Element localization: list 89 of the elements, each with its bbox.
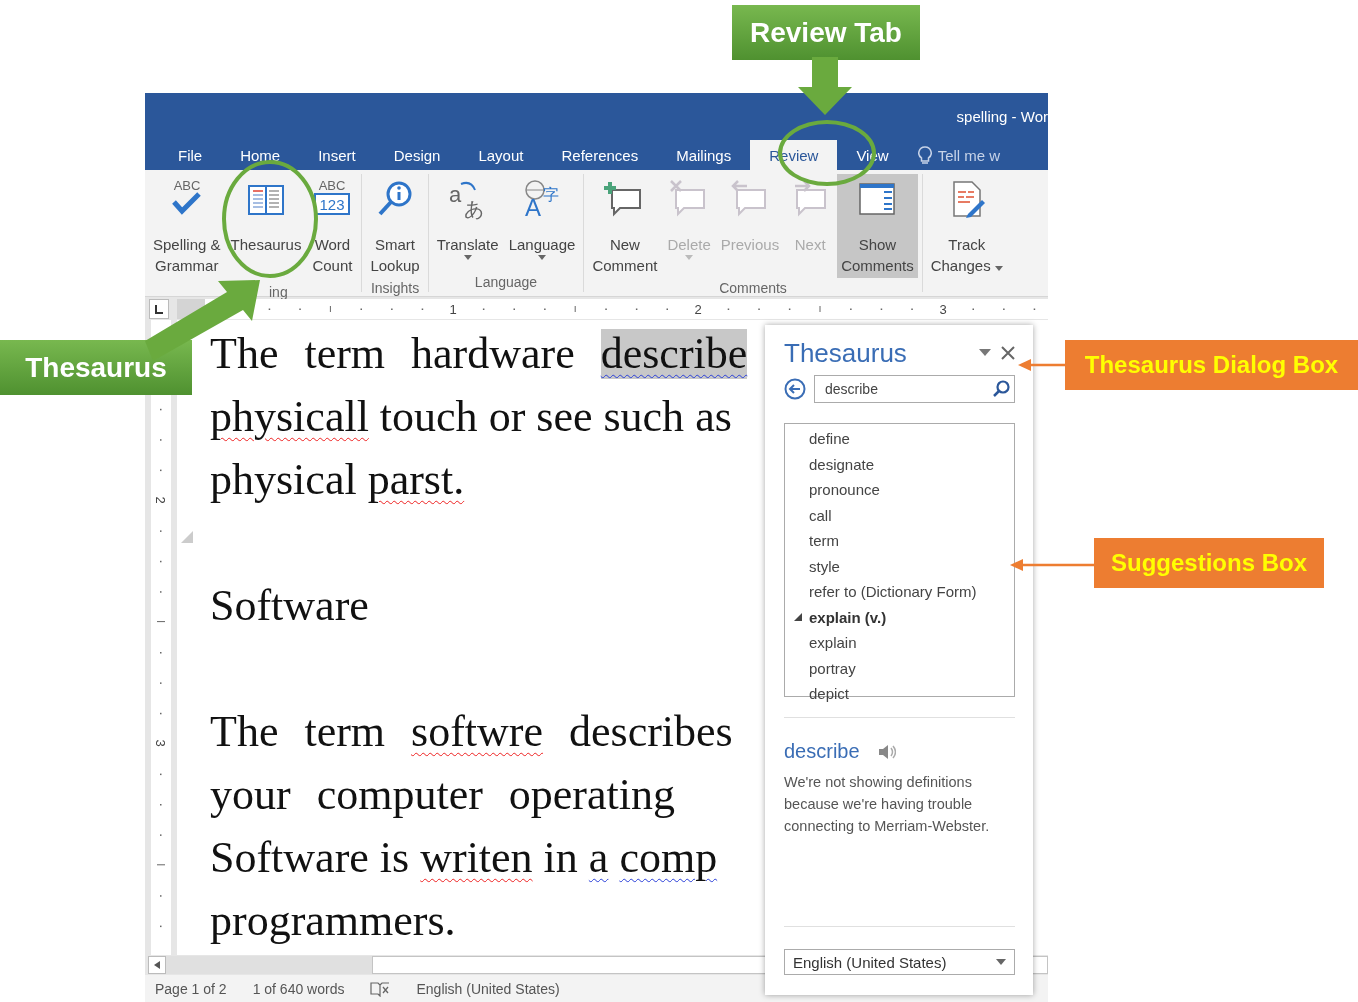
- callout-label: Thesaurus Dialog Box: [1065, 340, 1358, 390]
- suggestion-item[interactable]: style: [785, 553, 1014, 579]
- caret-icon: [538, 255, 546, 260]
- document-word: is: [379, 832, 410, 883]
- ribbon-tab[interactable]: Mailings: [657, 140, 751, 170]
- document-word: computer: [316, 769, 483, 820]
- document-word: your: [210, 769, 291, 820]
- left-arrow-icon: [154, 961, 160, 969]
- suggestion-item[interactable]: call: [785, 502, 1014, 528]
- document-word: The: [210, 328, 279, 379]
- dropdown-icon[interactable]: [979, 349, 991, 357]
- document-word: such: [603, 391, 685, 442]
- suggestion-item[interactable]: depict: [785, 681, 1014, 707]
- document-word: describe: [600, 328, 748, 379]
- ribbon-tab[interactable]: References: [542, 140, 658, 170]
- caret-icon: [996, 959, 1006, 965]
- document-word: writen: [420, 832, 533, 883]
- thesaurus-button[interactable]: Thesaurus: [226, 174, 306, 278]
- search-icon[interactable]: [992, 380, 1010, 398]
- caret-icon: [463, 255, 472, 260]
- callout-arrow: [1018, 358, 1066, 372]
- document-word: operating: [508, 769, 675, 820]
- suggestion-item[interactable]: term: [785, 528, 1014, 554]
- track-changes-button[interactable]: Track Changes: [926, 174, 1007, 278]
- wordcount-button[interactable]: ABC 123 Word Count: [307, 174, 358, 278]
- suggestion-item[interactable]: refer to (Dictionary Form): [785, 579, 1014, 605]
- suggestion-item[interactable]: define: [785, 426, 1014, 452]
- close-icon[interactable]: [1001, 346, 1015, 360]
- lightbulb-icon: [917, 146, 932, 164]
- document-word: comp: [619, 832, 718, 883]
- search-field[interactable]: describe: [814, 375, 1015, 403]
- lookup-button[interactable]: Smart Lookup: [366, 174, 424, 278]
- definition-text: We're not showing definitions because we're having trouble connecting to Merriam-Webster.: [784, 773, 991, 836]
- ruler: 1 2 3: [177, 298, 1048, 319]
- language-dropdown[interactable]: English (United States): [784, 949, 1015, 975]
- document-word: programmers.: [210, 895, 456, 946]
- document-word: see: [536, 391, 593, 442]
- group-label: Language: [474, 274, 538, 290]
- page-count[interactable]: Page 1 of 2: [155, 980, 227, 997]
- window-title: spelling - Wor: [956, 108, 1048, 125]
- ribbon-tab[interactable]: File: [159, 140, 222, 170]
- document-word: hardware: [411, 328, 575, 379]
- ribbon-tab[interactable]: Design: [374, 140, 460, 170]
- show-comments-button[interactable]: Show Comments: [837, 174, 918, 278]
- suggestion-item[interactable]: pronounce: [785, 477, 1014, 503]
- suggestion-item[interactable]: portray: [785, 655, 1014, 681]
- document-word: in: [543, 832, 578, 883]
- new-comment-button[interactable]: New Comment: [588, 174, 662, 278]
- document-word: parst.: [367, 454, 465, 505]
- callout-label: Review Tab: [732, 5, 920, 60]
- document-word: physical: [210, 454, 357, 505]
- callout-arrow: [796, 57, 854, 117]
- tab-stop-icon[interactable]: [149, 298, 169, 319]
- document-word: The: [210, 706, 279, 757]
- scroll-left-button[interactable]: [148, 956, 166, 974]
- document-word: term: [304, 328, 386, 379]
- caret-icon: [994, 266, 1003, 271]
- document-word: physicall: [210, 391, 369, 442]
- suggestion-item[interactable]: explain: [785, 630, 1014, 656]
- expander-icon[interactable]: [794, 612, 802, 621]
- pane-title: Thesaurus: [784, 337, 908, 369]
- definition-word: describe: [784, 740, 860, 763]
- document-word: as: [695, 391, 732, 442]
- back-icon[interactable]: [784, 378, 806, 400]
- document-word: touch: [379, 391, 478, 442]
- word-count[interactable]: 1 of 640 words: [252, 980, 345, 997]
- spelling-button[interactable]: ABC Spelling & Grammar: [149, 174, 225, 278]
- tell-me-field[interactable]: Tell me w: [937, 146, 1004, 164]
- document-word: softwre: [411, 706, 543, 757]
- caret-icon: [685, 255, 694, 260]
- ribbon-tab[interactable]: Layout: [459, 140, 543, 170]
- status-language[interactable]: English (United States): [416, 980, 560, 997]
- callout-label: Thesaurus: [0, 340, 192, 395]
- document-word: Software: [210, 832, 369, 883]
- speaker-icon[interactable]: [877, 743, 896, 760]
- suggestion-heading[interactable]: explain (v.): [785, 604, 1014, 630]
- ribbon-tab[interactable]: Home: [221, 140, 300, 170]
- group-label: Insights: [370, 280, 420, 296]
- translate-button[interactable]: aあ Translate: [432, 174, 503, 272]
- document-word: describes: [569, 706, 733, 757]
- callout-label: Suggestions Box: [1094, 538, 1324, 588]
- document-word: term: [304, 706, 386, 757]
- document-word: Software: [210, 580, 369, 631]
- proofing-icon[interactable]: [370, 980, 391, 997]
- ribbon-tab[interactable]: Insert: [299, 140, 375, 170]
- document-word: or: [488, 391, 526, 442]
- group-label: Comments: [719, 280, 787, 296]
- document-word: a: [588, 832, 609, 883]
- suggestion-item[interactable]: designate: [785, 451, 1014, 477]
